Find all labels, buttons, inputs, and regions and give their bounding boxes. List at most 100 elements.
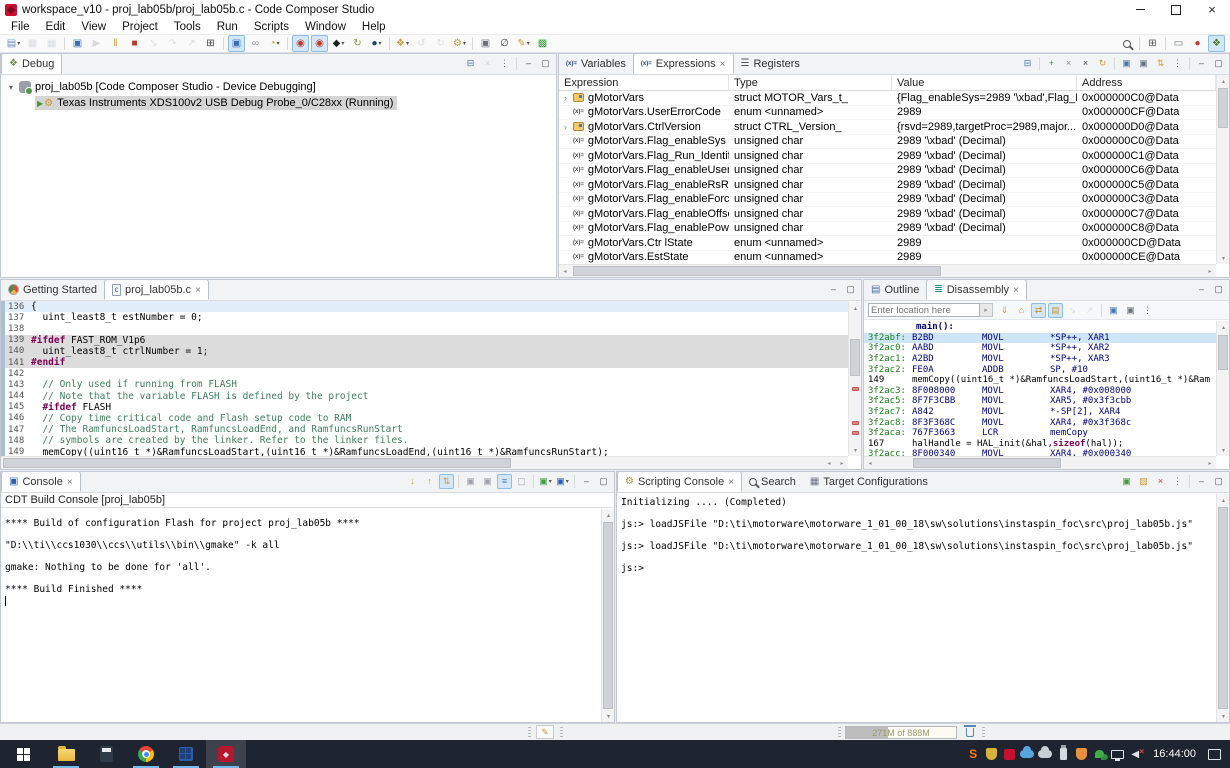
column-header-type[interactable]: Type [729,75,892,90]
view-registers-button[interactable]: ⊞ [202,35,219,52]
expression-row[interactable]: (x)=gMotorVars.Flag_enableForceAnunsigne… [559,193,1216,208]
expression-row[interactable]: ›gMotorVarsstruct MOTOR_Vars_t_{Flag_ena… [559,91,1216,106]
expression-row[interactable]: (x)=gMotorVars.Flag_enablePowerWunsigned… [559,222,1216,237]
menu-edit[interactable]: Edit [38,21,74,33]
scripting-console-output[interactable]: Initializing .... (Completed)js:> loadJS… [617,493,1229,722]
minimize-window-button[interactable] [1122,0,1158,19]
remove-all-expressions-button[interactable]: × [1078,56,1093,71]
pin-view-button[interactable]: ▣ [1136,56,1151,71]
view-menu-button[interactable]: ⋮ [1170,474,1185,489]
vertical-scrollbar[interactable]: ▴▾ [1216,75,1229,264]
perspective-simplelink-button[interactable]: ● [1189,35,1206,52]
close-tab-icon[interactable] [1013,284,1019,296]
expression-row[interactable]: (x)=gMotorVars.Flag_Run_Identifyunsigned… [559,149,1216,164]
go-to-location-button[interactable]: ▸ [980,303,993,317]
close-tab-icon[interactable] [720,58,726,70]
progress-indicator-icon[interactable]: ✎ [536,725,554,739]
taskbar-clock[interactable]: 16:44:00 [1144,748,1205,760]
clear-scripting-console-button[interactable]: × [1153,474,1168,489]
remove-expression-button[interactable]: × [1061,56,1076,71]
tray-onedrive-cloud-icon[interactable] [1018,745,1036,763]
perspective-ccs-edit-button[interactable]: ▭ [1170,35,1187,52]
next-error-button[interactable]: ↓ [405,474,420,489]
open-perspective-button[interactable]: ⊞ [1144,35,1161,52]
last-edit-location-button[interactable]: ▩ [534,35,551,52]
continuous-refresh-button[interactable]: ⇅ [1153,56,1168,71]
action-center-icon[interactable] [1205,745,1223,763]
debug-tree[interactable]: ▾proj_lab05b [Code Composer Studio - Dev… [1,75,556,277]
flash-program-button[interactable]: ◆▾ [330,35,347,52]
run-garbage-collector-button[interactable] [962,726,977,739]
expression-row[interactable]: ›gMotorVars.CtrlVersionstruct CTRL_Versi… [559,120,1216,135]
tab-variables[interactable]: (x)=Variables [559,53,633,74]
maximize-view-button[interactable]: ▢ [1211,474,1226,489]
minimize-view-button[interactable]: – [826,282,841,297]
taskbar-calculator[interactable] [86,740,126,768]
menu-run[interactable]: Run [209,21,246,33]
tray-ccs-tray-icon[interactable] [1000,745,1018,763]
search-button[interactable] [1118,35,1135,52]
new-file-button[interactable]: ▤▾ [5,35,22,52]
open-script-file-button[interactable]: ▨ [1136,474,1151,489]
tab-search[interactable]: Search [742,471,803,492]
show-console-on-stderr-button[interactable]: ▣ [480,474,495,489]
suspend-button[interactable]: ‖ [107,35,124,52]
maximize-view-button[interactable]: ▢ [843,282,858,297]
restore-window-button[interactable] [1158,0,1194,19]
problem-marker[interactable] [852,387,859,391]
minimize-view-button[interactable]: – [579,474,594,489]
new-disassembly-view-button[interactable]: ▣ [1106,303,1121,318]
problem-marker[interactable] [852,431,859,435]
maximize-view-button[interactable]: ▢ [596,474,611,489]
new-target-configuration-button[interactable]: ▣ [477,35,494,52]
taskbar-file-explorer[interactable] [46,740,86,768]
clear-console-button[interactable]: ▢ [514,474,529,489]
menu-project[interactable]: Project [114,21,166,33]
tab-console[interactable]: ▣Console [1,471,81,492]
view-menu-button[interactable]: ⋮ [1140,303,1155,318]
minimize-view-button[interactable]: – [1194,56,1209,71]
tab-debug[interactable]: ❖Debug [1,53,62,74]
close-tab-icon[interactable] [195,284,201,296]
expression-row[interactable]: (x)=gMotorVars.Flag_enableSysunsigned ch… [559,135,1216,150]
code-editor[interactable]: 136{137 uint_least8_t estNumber = 0;1381… [1,301,861,469]
view-menu-button[interactable]: ⋮ [497,56,512,71]
browse-code-button[interactable]: ⇓ [997,303,1012,318]
tray-network-icon[interactable] [1108,745,1126,763]
tray-offline-cloud-icon[interactable] [1036,745,1054,763]
vertical-scrollbar[interactable]: ▴▾ [1216,494,1229,722]
word-wrap-button[interactable]: ≡ [497,474,512,489]
maximize-view-button[interactable]: ▢ [538,56,553,71]
expression-row[interactable]: (x)=gMotorVars.Ctr lStateenum <unnamed>2… [559,236,1216,251]
minimize-view-button[interactable]: – [1194,474,1209,489]
menu-scripts[interactable]: Scripts [246,21,297,33]
minimize-view-button[interactable]: – [521,56,536,71]
expression-row[interactable]: (x)=gMotorVars.Flag_enableUserParunsigne… [559,164,1216,179]
collapse-all-button[interactable]: ⊟ [1020,56,1035,71]
expander-icon[interactable]: › [564,93,573,103]
location-input[interactable] [868,303,980,317]
tab-target-configurations[interactable]: ▦Target Configurations [803,471,935,492]
menu-tools[interactable]: Tools [166,21,209,33]
terminate-and-remove-button[interactable]: ∅ [496,35,513,52]
menu-window[interactable]: Window [297,21,354,33]
refresh-button[interactable]: ↻ [1095,56,1110,71]
minimize-view-button[interactable]: – [1194,282,1209,297]
tray-volume-muted-icon[interactable]: ◀× [1126,745,1144,763]
show-source-button[interactable]: ▤ [1048,303,1063,318]
tray-sogou-input-icon[interactable]: S [964,745,982,763]
editor-vertical-scrollbar[interactable]: ▴ ▾ [848,302,861,456]
terminate-button[interactable]: ■ [126,35,143,52]
new-expressions-view-button[interactable]: ▣ [1119,56,1134,71]
close-tab-icon[interactable] [67,476,73,488]
tab-getting-started[interactable]: Getting Started [1,279,104,300]
taskbar-blue-app[interactable] [166,740,206,768]
tab-outline[interactable]: ▤Outline [864,279,926,300]
open-console-button[interactable]: ▣▾ [538,474,553,489]
tab-disassembly[interactable]: ≣Disassembly [926,279,1027,300]
maximize-view-button[interactable]: ▢ [1211,56,1226,71]
taskbar-chrome[interactable] [126,740,166,768]
maximize-view-button[interactable]: ▢ [1211,282,1226,297]
view-menu-button[interactable]: ⋮ [1170,56,1185,71]
tab-scripting-console[interactable]: ⚙Scripting Console [617,471,742,492]
